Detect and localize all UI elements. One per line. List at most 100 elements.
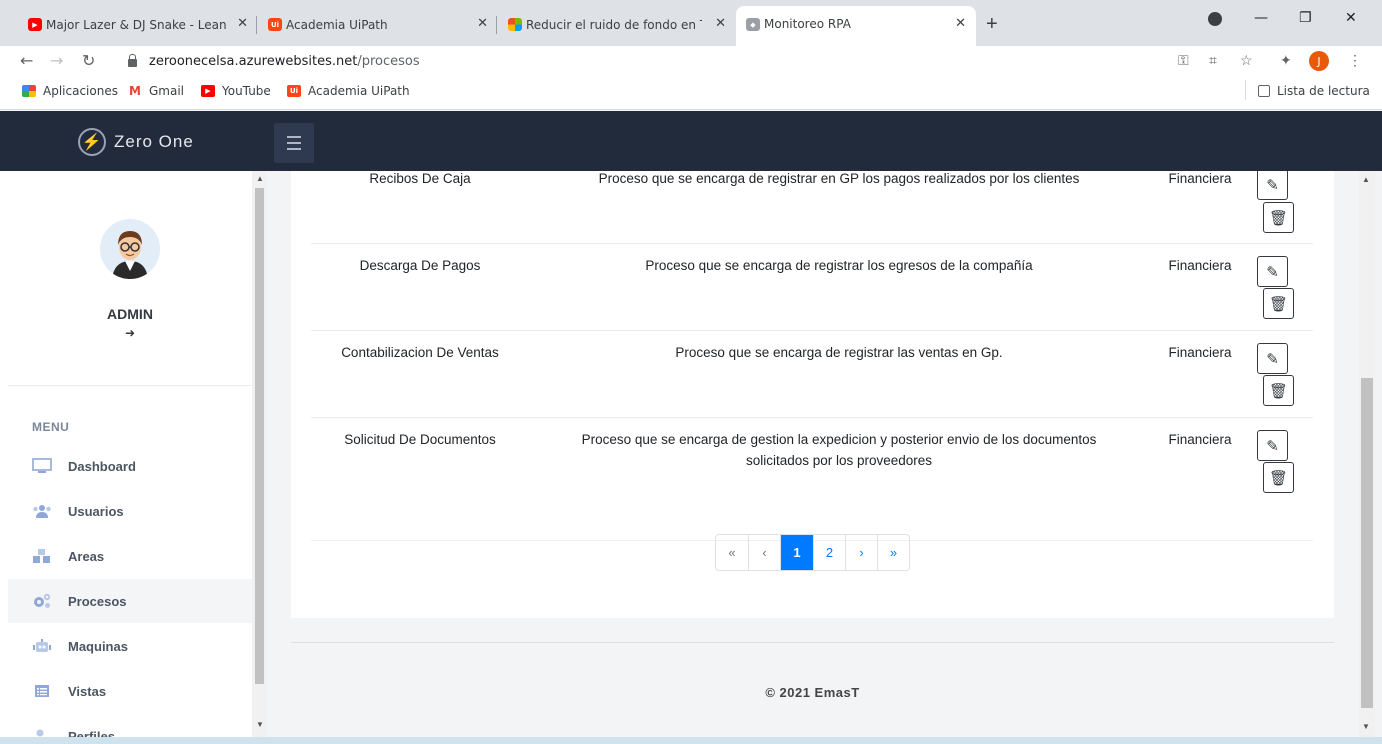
- delete-button[interactable]: 🗑: [1263, 288, 1294, 319]
- sidebar-item-label: Dashboard: [68, 458, 136, 474]
- bookmark-apps[interactable]: Aplicaciones: [22, 84, 118, 98]
- processes-card: Recibos De Caja Proceso que se encarga d…: [291, 171, 1334, 618]
- edit-button[interactable]: ✎: [1257, 256, 1288, 287]
- sidebar-item-usuarios[interactable]: Usuarios: [8, 489, 252, 533]
- youtube-icon: ▶: [28, 18, 42, 31]
- restore-icon[interactable]: ❐: [1299, 10, 1312, 26]
- delete-button[interactable]: 🗑: [1263, 462, 1294, 493]
- sidebar-item-areas[interactable]: Areas: [8, 534, 252, 578]
- forward-icon[interactable]: →: [50, 51, 63, 70]
- delete-button[interactable]: 🗑: [1263, 202, 1294, 233]
- page-first-button[interactable]: «: [716, 535, 748, 570]
- app-icon: ◆: [746, 18, 760, 31]
- sidebar-item-dashboard[interactable]: Dashboard: [8, 444, 252, 488]
- profile-avatar[interactable]: J: [1309, 51, 1329, 71]
- process-area: Financiera: [1168, 258, 1232, 273]
- reload-icon[interactable]: ↻: [82, 51, 95, 70]
- scroll-down-icon[interactable]: ▼: [1362, 722, 1370, 731]
- footer-copyright: © 2021 EmasT: [765, 685, 860, 700]
- star-icon[interactable]: ☆: [1240, 52, 1253, 69]
- sidebar-item-vistas[interactable]: Vistas: [8, 669, 252, 713]
- browser-tab-teams[interactable]: Reducir el ruido de fondo en Teams ✕: [498, 8, 736, 41]
- brand-logo[interactable]: ⚡ Zero One: [78, 128, 194, 156]
- edit-icon: ✎: [1266, 437, 1279, 455]
- trash-icon: 🗑: [1268, 209, 1289, 227]
- list-icon: [32, 683, 52, 699]
- reading-list-label: Lista de lectura: [1277, 84, 1370, 98]
- trash-icon: 🗑: [1268, 382, 1289, 400]
- browser-tab-youtube[interactable]: ▶ Major Lazer & DJ Snake - Lean On ✕: [18, 8, 258, 41]
- extensions-icon[interactable]: ✦: [1280, 52, 1292, 69]
- delete-button[interactable]: 🗑: [1263, 375, 1294, 406]
- page-1-button[interactable]: 1: [780, 535, 813, 570]
- menu-toggle-button[interactable]: [274, 123, 314, 163]
- monitor-icon: [32, 458, 52, 474]
- bookmark-label: YouTube: [222, 84, 271, 98]
- page-next-button[interactable]: ›: [845, 535, 877, 570]
- page-2-button[interactable]: 2: [813, 535, 845, 570]
- close-icon[interactable]: ✕: [237, 16, 248, 31]
- address-bar[interactable]: zeroonecelsa.azurewebsites.net/procesos: [118, 48, 1168, 74]
- sidebar-scroll-thumb[interactable]: [255, 188, 264, 684]
- browser-tab-strip: ▶ Major Lazer & DJ Snake - Lean On ✕ Ui …: [0, 0, 1382, 46]
- page-prev-button[interactable]: ‹: [748, 535, 780, 570]
- sidebar-item-label: Procesos: [68, 593, 127, 609]
- more-icon[interactable]: ⋮: [1348, 52, 1362, 69]
- lock-icon: [128, 54, 137, 67]
- back-icon[interactable]: ←: [20, 51, 33, 70]
- table-row: Solicitud De Documentos Proceso que se e…: [311, 418, 1313, 541]
- sidebar-item-maquinas[interactable]: Maquinas: [8, 624, 252, 668]
- table-row: Descarga De Pagos Proceso que se encarga…: [311, 244, 1313, 331]
- process-area: Financiera: [1168, 345, 1232, 360]
- scroll-up-icon[interactable]: ▲: [256, 174, 264, 183]
- user-name: ADMIN: [107, 306, 153, 322]
- key-icon[interactable]: ⚿: [1178, 52, 1189, 69]
- minimize-icon[interactable]: —: [1254, 10, 1268, 26]
- bookmark-gmail[interactable]: M Gmail: [128, 84, 184, 98]
- page-last-button[interactable]: »: [877, 535, 909, 570]
- edit-button[interactable]: ✎: [1257, 343, 1288, 374]
- browser-tab-monitoreo[interactable]: ◆ Monitoreo RPA ✕: [736, 6, 976, 46]
- bookmark-youtube[interactable]: ▶ YouTube: [201, 84, 271, 98]
- pagination: « ‹ 1 2 › »: [715, 534, 910, 571]
- close-icon[interactable]: ✕: [955, 16, 966, 31]
- lightning-icon: ⚡: [78, 128, 106, 156]
- process-name: Solicitud De Documentos: [344, 432, 496, 447]
- close-icon[interactable]: ✕: [715, 16, 726, 31]
- bookmarks-bar: Aplicaciones M Gmail ▶ YouTube Ui Academ…: [0, 76, 1382, 110]
- microsoft-icon: [508, 18, 522, 31]
- new-tab-button[interactable]: +: [986, 13, 998, 36]
- apps-grid-icon: [22, 85, 36, 97]
- youtube-icon: ▶: [201, 85, 215, 97]
- gears-icon: [32, 593, 52, 609]
- avatar: [100, 219, 160, 279]
- users-icon: [32, 503, 52, 519]
- tab-title: Reducir el ruido de fondo en Teams: [526, 17, 702, 32]
- edit-button[interactable]: ✎: [1257, 171, 1288, 200]
- edit-icon: ✎: [1266, 263, 1279, 281]
- browser-tab-uipath[interactable]: Ui Academia UiPath ✕: [258, 8, 498, 41]
- process-area: Financiera: [1168, 171, 1232, 186]
- process-area: Financiera: [1168, 432, 1232, 447]
- gmail-icon: M: [128, 84, 142, 98]
- sidebar-item-label: Usuarios: [68, 503, 124, 519]
- reading-list-button[interactable]: Lista de lectura: [1258, 84, 1370, 98]
- logout-icon[interactable]: ➜: [120, 326, 140, 340]
- process-name: Recibos De Caja: [369, 171, 471, 186]
- main-scroll-thumb[interactable]: [1361, 378, 1373, 708]
- uipath-icon: Ui: [268, 18, 282, 31]
- close-icon[interactable]: ✕: [477, 16, 488, 31]
- trash-icon: 🗑: [1268, 469, 1289, 487]
- edit-icon: ✎: [1266, 176, 1279, 194]
- translate-icon[interactable]: ⌗: [1209, 52, 1217, 69]
- url-host: zeroonecelsa.azurewebsites.net: [149, 53, 358, 69]
- close-window-icon[interactable]: ✕: [1345, 10, 1357, 26]
- scroll-up-icon[interactable]: ▲: [1362, 175, 1370, 184]
- menu-heading: MENU: [32, 420, 70, 434]
- scroll-down-icon[interactable]: ▼: [256, 720, 264, 729]
- bookmark-uipath[interactable]: Ui Academia UiPath: [287, 84, 410, 98]
- edit-button[interactable]: ✎: [1257, 430, 1288, 461]
- profile-menu-icon[interactable]: [1208, 12, 1222, 26]
- sidebar-item-procesos[interactable]: Procesos: [8, 579, 252, 623]
- reading-list-icon: [1258, 85, 1270, 97]
